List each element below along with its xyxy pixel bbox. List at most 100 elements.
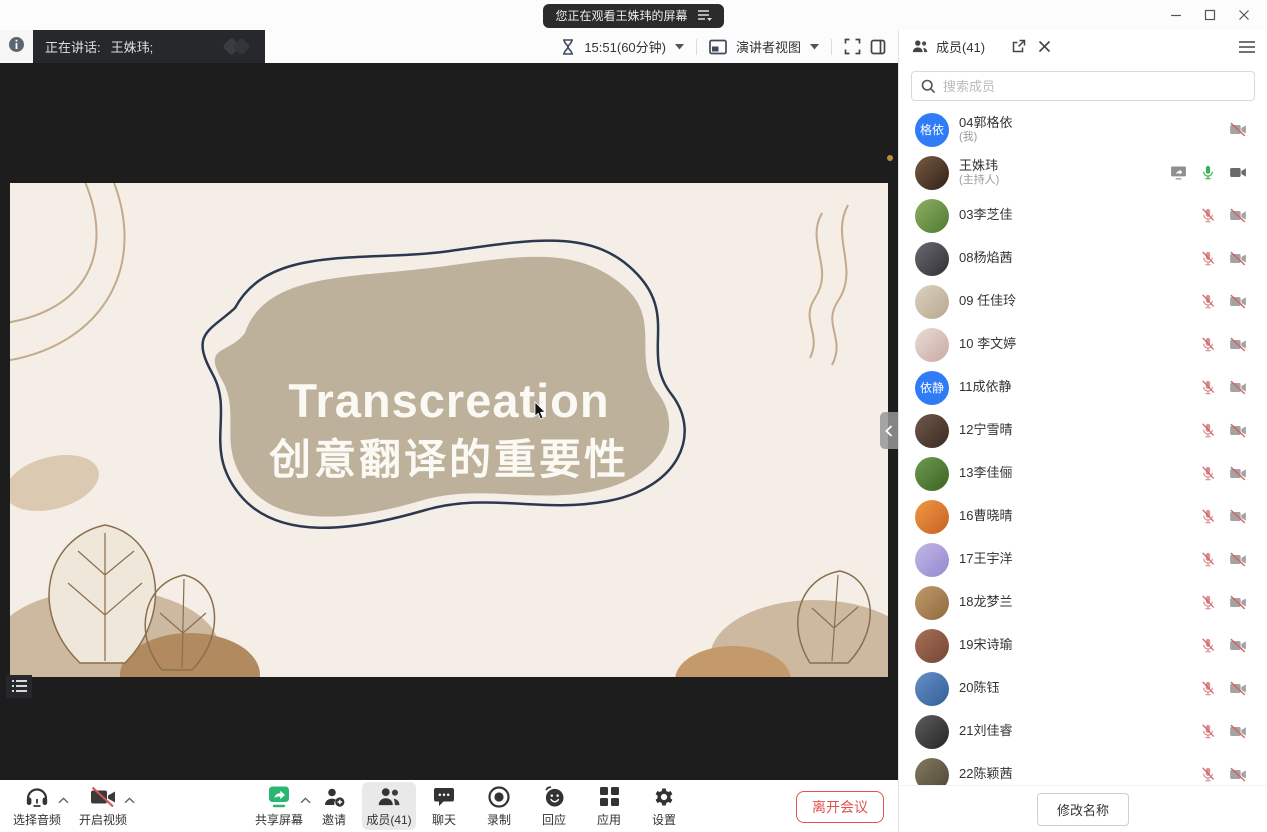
toolbar-item-video[interactable]: 开启视频 (76, 782, 130, 830)
toolbar-item-settings[interactable]: 设置 (637, 782, 691, 830)
member-avatar (915, 199, 949, 233)
fullscreen-icon[interactable] (844, 38, 861, 55)
toolbar-item-reactions[interactable]: 回应 (527, 782, 581, 830)
info-button[interactable] (0, 30, 33, 63)
chevron-up-icon[interactable] (124, 791, 135, 809)
member-row[interactable]: 20陈钰 (899, 667, 1267, 710)
leave-meeting-button[interactable]: 离开会议 (796, 791, 884, 823)
member-name: 12宁雪晴 (959, 422, 1012, 438)
member-avatar (915, 328, 949, 362)
member-row[interactable]: 10 李文婷 (899, 323, 1267, 366)
member-role: (主持人) (959, 174, 999, 188)
member-row[interactable]: 依静 11成依静 (899, 366, 1267, 409)
meeting-timer[interactable]: 15:51(60分钟) (584, 37, 666, 56)
view-mode-icon (709, 39, 727, 55)
mic-off-icon (1200, 723, 1216, 740)
member-status-icons (1200, 379, 1247, 396)
screen-share-stage: Transcreation 创意翻译的重要性 (0, 63, 898, 780)
minimize-button[interactable] (1159, 0, 1193, 30)
banner-menu-icon[interactable] (698, 10, 712, 22)
member-name: 16曹晓晴 (959, 508, 1012, 524)
member-row[interactable]: 16曹晓晴 (899, 495, 1267, 538)
close-button[interactable] (1227, 0, 1261, 30)
member-role: (我) (959, 131, 1012, 145)
toolbar-item-audio[interactable]: 选择音频 (10, 782, 64, 830)
member-row[interactable]: 13李佳俪 (899, 452, 1267, 495)
member-name: 22陈颖茜 (959, 766, 1012, 782)
member-status-icons (1200, 594, 1247, 611)
toolbar-item-members[interactable]: 成员(41) (362, 782, 416, 830)
react-icon (542, 785, 566, 809)
view-caret-icon[interactable] (810, 44, 819, 50)
member-row[interactable]: 格依 04郭格依 (我) (899, 108, 1267, 151)
member-row[interactable]: 22陈颖茜 (899, 753, 1267, 785)
toolbar-item-record[interactable]: 录制 (472, 782, 526, 830)
cam-off-icon (1229, 509, 1247, 524)
screen-watch-banner[interactable]: 您正在观看王姝玮的屏幕 (543, 4, 723, 28)
mic-off-icon (1200, 250, 1216, 267)
main-area: 正在讲话: 王姝玮; 15:51(60分钟) 演讲者视图 (0, 30, 898, 832)
member-status-icons (1170, 164, 1247, 181)
member-row[interactable]: 17王宇洋 (899, 538, 1267, 581)
cam-off-icon (1229, 380, 1247, 395)
member-name: 18龙梦兰 (959, 594, 1012, 610)
mic-off-icon (1200, 379, 1216, 396)
slide-title-zh: 创意翻译的重要性 (10, 429, 888, 491)
mic-on-icon (1200, 164, 1216, 181)
video-off-icon (89, 785, 117, 809)
members-icon (376, 785, 402, 809)
maximize-button[interactable] (1193, 0, 1227, 30)
member-row[interactable]: 18龙梦兰 (899, 581, 1267, 624)
meeting-subbar: 正在讲话: 王姝玮; 15:51(60分钟) 演讲者视图 (0, 30, 898, 63)
toolbar-item-apps[interactable]: 应用 (582, 782, 636, 830)
member-row[interactable]: 21刘佳睿 (899, 710, 1267, 753)
member-row[interactable]: 09 任佳玲 (899, 280, 1267, 323)
toolbar-item-invite[interactable]: 邀请 (307, 782, 361, 830)
member-row[interactable]: 12宁雪晴 (899, 409, 1267, 452)
view-mode-selector[interactable]: 演讲者视图 (736, 37, 801, 56)
members-panel: 成员(41) 格依 04郭格依 (我) 王姝玮 (主持人) 0 (898, 30, 1267, 832)
member-row[interactable]: 03李芝佳 (899, 194, 1267, 237)
toolbar-item-share-screen[interactable]: 共享屏幕 (252, 782, 306, 830)
speaking-name: 王姝玮; (111, 37, 154, 56)
search-input[interactable] (943, 79, 1245, 94)
slide-title: Transcreation 创意翻译的重要性 (10, 373, 888, 491)
cam-off-icon (1229, 595, 1247, 610)
timer-caret-icon[interactable] (675, 44, 684, 50)
chevron-up-icon[interactable] (58, 791, 69, 809)
panel-close-icon[interactable] (1038, 40, 1051, 53)
member-row[interactable]: 08杨焰茜 (899, 237, 1267, 280)
popout-icon[interactable] (1011, 39, 1026, 54)
member-avatar (915, 242, 949, 276)
toolbar-left-group: 选择音频 开启视频 (10, 782, 130, 830)
outline-list-icon (6, 675, 32, 698)
panel-collapse-handle[interactable] (880, 412, 898, 449)
toolbar-center-group: 共享屏幕 邀请 成员(41) 聊天 录制 回应 应用 设置 (252, 782, 691, 830)
cam-off-icon (1229, 337, 1247, 352)
mic-off-icon (1200, 637, 1216, 654)
member-avatar (915, 629, 949, 663)
members-icon (911, 39, 929, 54)
member-status-icons (1200, 680, 1247, 697)
member-avatar (915, 285, 949, 319)
screen-watch-text: 您正在观看王姝玮的屏幕 (555, 7, 687, 24)
cam-off-icon (1229, 251, 1247, 266)
mic-off-icon (1200, 680, 1216, 697)
share-screen-icon (266, 785, 292, 809)
mic-off-icon (1200, 293, 1216, 310)
mic-off-icon (1200, 465, 1216, 482)
toolbar-item-chat[interactable]: 聊天 (417, 782, 471, 830)
rename-button[interactable]: 修改名称 (1037, 793, 1129, 826)
search-icon (921, 79, 936, 94)
member-name: 13李佳俪 (959, 465, 1012, 481)
member-row[interactable]: 19宋诗瑜 (899, 624, 1267, 667)
member-list[interactable]: 格依 04郭格依 (我) 王姝玮 (主持人) 03李芝佳 08杨焰茜 (899, 108, 1267, 785)
panel-menu-icon[interactable] (1239, 41, 1255, 53)
member-row[interactable]: 王姝玮 (主持人) (899, 151, 1267, 194)
members-panel-footer: 修改名称 (899, 785, 1267, 832)
member-name: 王姝玮 (959, 158, 999, 174)
sidebar-toggle-icon[interactable] (870, 39, 886, 55)
member-avatar (915, 758, 949, 786)
member-status-icons (1200, 336, 1247, 353)
member-name: 09 任佳玲 (959, 293, 1016, 309)
